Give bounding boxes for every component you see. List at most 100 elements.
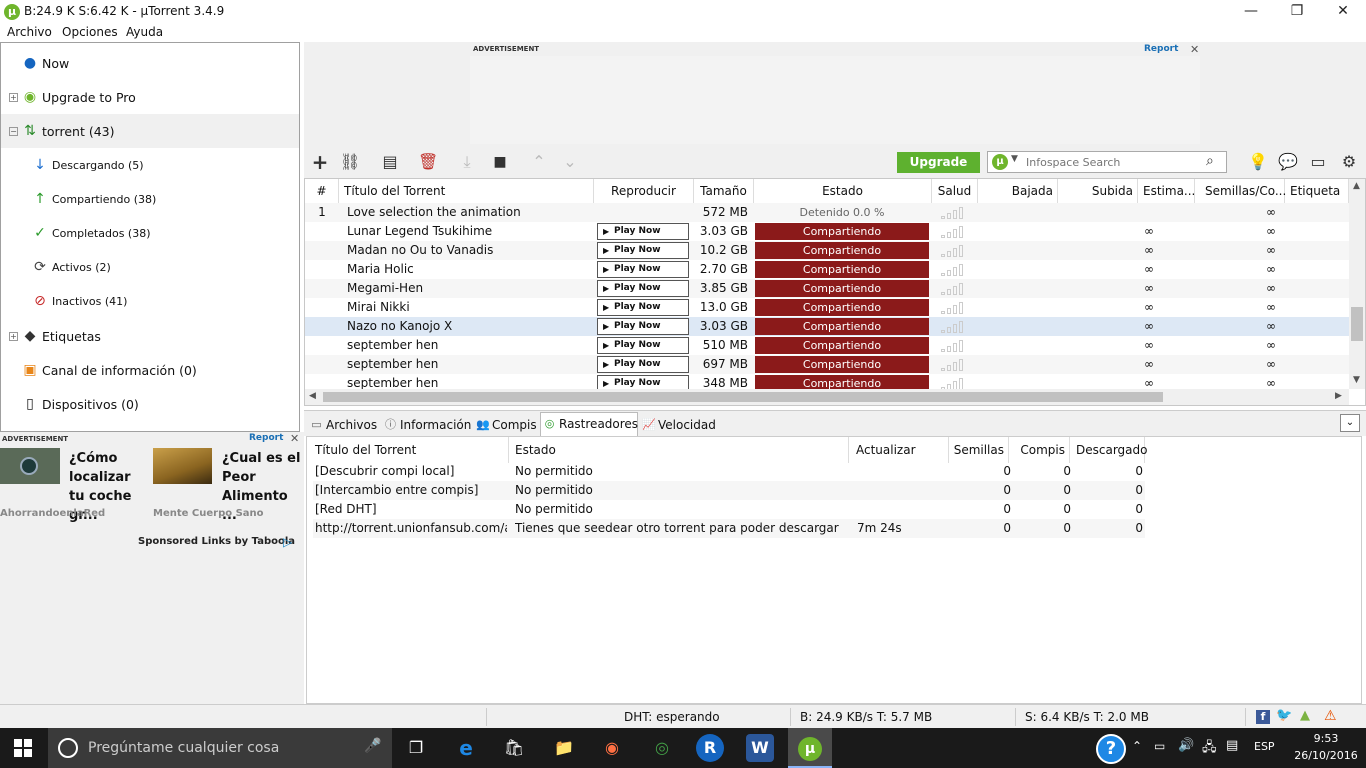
trackers-header-status[interactable]: Estado [509,437,849,463]
ad-banner[interactable] [470,56,1200,144]
ad-image-food[interactable] [153,448,212,484]
table-row[interactable]: 1 Love selection the animation 572 MB Deten… [305,203,1349,222]
play-now-button[interactable]: Play Now [597,223,689,240]
search-icon[interactable]: ⌕ [1206,153,1214,169]
tab-trackers[interactable]: ◎ Rastreadores [540,412,638,436]
clock-date[interactable]: 26/10/2016 [1286,749,1366,762]
column-header-title[interactable]: Título del Torrent [339,179,594,203]
play-now-button[interactable]: Play Now [597,261,689,278]
volume-icon[interactable]: 🔊 [1178,738,1194,753]
tracker-row[interactable]: [Intercambio entre compis] No permitido 0 0… [313,481,1145,500]
sidebar-item-inactive[interactable]: ⊘ Inactivos (41) [1,284,299,318]
utorrent-taskbar-icon[interactable]: µ [788,728,832,768]
column-header-eta[interactable]: Estima... [1138,179,1195,203]
table-row[interactable]: Nazo no Kanojo X Play Now 3.03 GB Compartie… [305,317,1349,336]
tab-info[interactable]: ⓘ Información [382,414,471,436]
table-row[interactable]: september hen Play Now 697 MB Compartiendo ∞… [305,355,1349,374]
gear-icon[interactable]: ⚙ [1339,152,1359,172]
table-row[interactable]: september hen Play Now 348 MB Compartiendo ∞… [305,374,1349,389]
tracker-row[interactable]: http://torrent.unionfansub.com/a... Tiene… [313,519,1145,538]
stop-icon[interactable]: ■ [490,152,510,172]
column-header-download[interactable]: Bajada [978,179,1058,203]
trackers-header-peers[interactable]: Compis [1009,437,1070,463]
sidebar-item-rss[interactable]: ▣ Canal de información (0) [1,353,299,387]
column-header-upload[interactable]: Subida [1058,179,1138,203]
tracker-row[interactable]: [Red DHT] No permitido 0 0 0 [313,500,1145,519]
facebook-icon[interactable]: f [1256,710,1270,724]
tab-speed[interactable]: 📈 Velocidad [640,414,718,436]
table-row[interactable]: Madan no Ou to Vanadis Play Now 10.2 GB Com… [305,241,1349,260]
search-input[interactable] [1026,154,1201,170]
maximize-button[interactable]: ❐ [1274,0,1320,24]
create-torrent-icon[interactable]: ▤ [380,152,400,172]
remote-icon[interactable]: ▭ [1308,152,1328,172]
column-header-play[interactable]: Reproducir [594,179,694,203]
tab-peers[interactable]: 👥 Compis [474,414,538,436]
minimize-button[interactable]: — [1228,0,1274,24]
delete-icon[interactable]: 🗑 [418,152,438,172]
ad-report-link[interactable]: Report [249,433,283,443]
play-now-button[interactable]: Play Now [597,280,689,297]
file-explorer-icon[interactable]: 📁 [550,734,578,762]
sidebar-item-torrent[interactable]: − ⇅ torrent (43) [1,114,299,148]
play-now-button[interactable]: Play Now [597,318,689,335]
move-down-icon[interactable]: ⌄ [560,152,580,172]
edge-icon[interactable]: e [452,734,480,762]
scroll-up-icon[interactable]: ▲ [1353,181,1360,191]
taboola-icon[interactable]: ▷ [283,535,292,549]
scroll-down-icon[interactable]: ▼ [1353,375,1360,385]
chevron-up-icon[interactable]: ⌃ [1132,739,1142,753]
android-icon[interactable]: ▲ [1300,708,1310,723]
table-row[interactable]: Lunar Legend Tsukihime Play Now 3.03 GB Com… [305,222,1349,241]
column-header-seeds[interactable]: Semillas/Co... [1195,179,1286,203]
sidebar-item-completed[interactable]: ✓ Completados (38) [1,216,299,250]
notifications-icon[interactable]: ▤ [1226,738,1238,753]
add-torrent-icon[interactable]: + [310,152,330,172]
menu-archivo[interactable]: Archivo [7,25,52,39]
tracker-row[interactable]: [Descubrir compi local] No permitido 0 0 0 [313,462,1145,481]
scroll-thumb[interactable] [323,392,1163,402]
play-now-button[interactable]: Play Now [597,356,689,373]
warning-icon[interactable]: ⚠ [1324,708,1337,724]
search-engine-icon[interactable]: µ [992,154,1008,170]
download-icon[interactable]: ⤓ [457,152,477,172]
play-now-button[interactable]: Play Now [597,299,689,316]
menu-opciones[interactable]: Opciones [62,25,118,39]
horizontal-scrollbar[interactable]: ◀ ▶ [305,389,1349,405]
sidebar-item-labels[interactable]: + ◆ Etiquetas [1,319,299,353]
sidebar-item-upgrade-pro[interactable]: + ◉ Upgrade to Pro [1,80,299,114]
column-header-size[interactable]: Tamaño [694,179,754,203]
add-link-icon[interactable]: ⛓ [340,152,360,172]
play-now-button[interactable]: Play Now [597,337,689,354]
scroll-thumb[interactable] [1351,307,1363,341]
column-header-label[interactable]: Etiqueta [1285,179,1349,203]
sidebar-item-seeding[interactable]: ↑ Compartiendo (38) [1,182,299,216]
store-icon[interactable]: 🛍 [500,734,528,762]
ad-image-car-locator[interactable] [0,448,60,484]
collapse-icon[interactable]: − [9,126,18,136]
expand-icon[interactable]: + [9,331,18,341]
chevron-down-icon[interactable]: ▼ [1011,154,1018,164]
column-header-status[interactable]: Estado [754,179,932,203]
trackers-header-seeds[interactable]: Semillas [949,437,1009,463]
windows-start-icon[interactable] [14,739,32,757]
ad-close-icon[interactable]: ✕ [290,432,299,445]
vertical-scrollbar[interactable]: ▲ ▼ [1349,179,1365,389]
ad-close-icon[interactable]: ✕ [1190,43,1199,56]
trackers-header-update[interactable]: Actualizar [849,437,949,463]
tab-files[interactable]: ▭ Archivos [308,414,378,436]
help-icon[interactable]: ? [1096,734,1126,764]
table-row[interactable]: Megami-Hen Play Now 3.85 GB Compartiendo ∞ ∞ [305,279,1349,298]
chat-icon[interactable]: 💬 [1278,152,1298,172]
word-icon[interactable]: W [746,734,774,762]
network-icon[interactable]: 🖧 [1202,738,1217,760]
trackers-header-downloaded[interactable]: Descargado [1070,437,1147,463]
language-indicator[interactable]: ESP [1254,740,1275,753]
scroll-right-icon[interactable]: ▶ [1335,391,1342,401]
task-view-icon[interactable]: ❐ [402,734,430,762]
scroll-left-icon[interactable]: ◀ [309,391,316,401]
play-now-button[interactable]: Play Now [597,375,689,389]
upgrade-button[interactable]: Upgrade [897,152,980,173]
microphone-icon[interactable]: 🎤 [364,738,381,754]
r-app-icon[interactable]: R [696,734,724,762]
